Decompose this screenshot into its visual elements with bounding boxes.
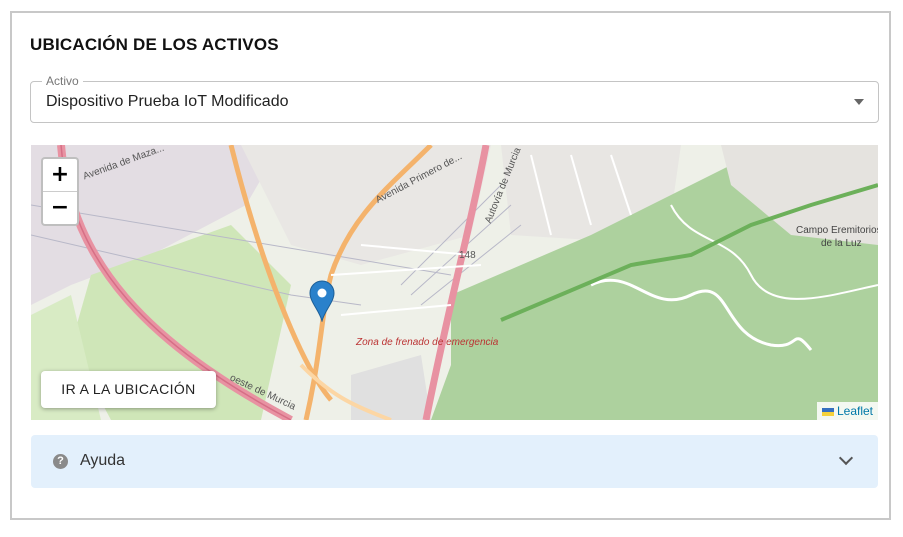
map-label: Zona de frenado de emergencia bbox=[356, 337, 499, 348]
map-attribution[interactable]: Leaflet bbox=[816, 402, 878, 420]
map-label: 148 bbox=[459, 250, 476, 261]
question-circle-icon: ? bbox=[53, 454, 68, 469]
leaflet-link[interactable]: Leaflet bbox=[837, 404, 873, 418]
asset-select-value: Dispositivo Prueba IoT Modificado bbox=[46, 93, 289, 110]
asset-location-card: UBICACIÓN DE LOS ACTIVOS Activo Disposit… bbox=[10, 11, 891, 520]
zoom-in-button[interactable]: + bbox=[43, 159, 77, 192]
zoom-control: + − bbox=[41, 157, 79, 226]
dropdown-arrow-icon[interactable] bbox=[854, 99, 864, 105]
chevron-down-icon[interactable] bbox=[838, 450, 854, 466]
section-title: UBICACIÓN DE LOS ACTIVOS bbox=[30, 35, 279, 54]
map-label: de la Luz bbox=[821, 238, 862, 249]
location-marker-icon[interactable] bbox=[309, 280, 335, 322]
asset-select[interactable]: Activo Dispositivo Prueba IoT Modificado bbox=[30, 74, 879, 123]
help-label: Ayuda bbox=[80, 452, 126, 469]
map-label: Campo Eremitorios bbox=[796, 225, 878, 236]
zoom-out-button[interactable]: − bbox=[43, 192, 77, 224]
ukraine-flag-icon bbox=[821, 407, 834, 416]
map-view[interactable]: Avenida de Maza... Avenida Primero de...… bbox=[31, 145, 878, 420]
go-to-location-button[interactable]: IR A LA UBICACIÓN bbox=[41, 371, 216, 408]
asset-select-legend: Activo bbox=[42, 74, 83, 88]
help-accordion[interactable]: ? Ayuda bbox=[31, 435, 878, 488]
